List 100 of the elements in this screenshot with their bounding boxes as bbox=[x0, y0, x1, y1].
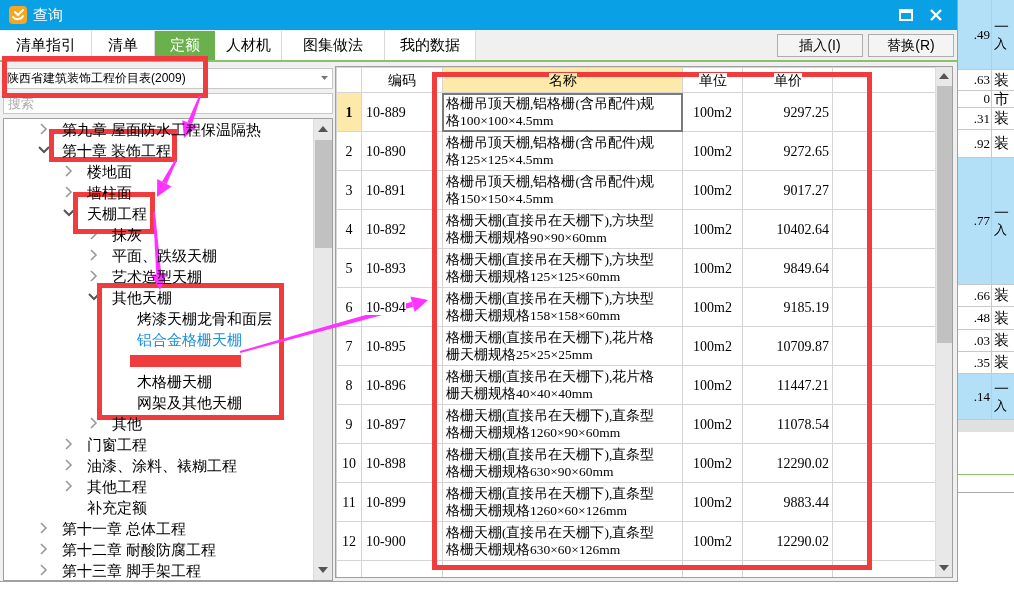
table-cell: 100m2 bbox=[682, 248, 743, 288]
table-cell-text: 格栅天棚(直接吊在天棚下),花片格栅天棚规格25×25×25mm bbox=[445, 329, 656, 364]
table-cell-text: 入 bbox=[994, 35, 1008, 51]
row-number[interactable]: 12 bbox=[336, 521, 362, 561]
row-number[interactable]: 2 bbox=[336, 131, 362, 171]
table-cell: 12290.02 bbox=[742, 521, 833, 561]
table-cell: 100m2 bbox=[682, 131, 743, 171]
chevron-right-icon[interactable] bbox=[63, 186, 75, 199]
row-number[interactable]: 11 bbox=[336, 482, 362, 522]
table-cell-text: .03 bbox=[973, 331, 990, 350]
table-cell: 100m2 bbox=[682, 287, 743, 327]
chevron-right-icon[interactable] bbox=[38, 564, 50, 577]
table-cell: 100m2 bbox=[682, 209, 743, 249]
row-number[interactable]: 3 bbox=[336, 170, 362, 210]
table-cell: 10-895 bbox=[361, 326, 443, 366]
table-cell: 11078.54 bbox=[742, 404, 833, 444]
tree-item[interactable]: 木格栅天棚 bbox=[137, 372, 212, 390]
tree-item[interactable]: 第十三章 脚手架工程 bbox=[62, 561, 202, 579]
chevron-right-icon[interactable] bbox=[63, 480, 75, 493]
scroll-up-icon[interactable] bbox=[939, 73, 949, 79]
tree-item[interactable]: 第十章 装饰工程 bbox=[62, 141, 172, 159]
table-cell-text: 格栅天棚(直接吊在天棚下),直条型格栅天棚规格630×60×126mm bbox=[445, 524, 656, 559]
table-cell-text: 一 bbox=[994, 205, 1010, 222]
tree-item[interactable]: 楼地面 bbox=[87, 162, 132, 180]
chevron-right-icon[interactable] bbox=[38, 522, 50, 535]
tree-item[interactable]: 油漆、涂料、裱糊工程 bbox=[87, 456, 237, 474]
tree-item[interactable]: 铝合金格栅天棚 bbox=[137, 330, 242, 348]
dropdown-caret-icon bbox=[321, 76, 328, 81]
chevron-right-icon[interactable] bbox=[38, 543, 50, 556]
table-cell: 100m2 bbox=[682, 404, 743, 444]
chevron-right-icon[interactable] bbox=[63, 165, 75, 178]
chevron-right-icon[interactable] bbox=[88, 417, 100, 430]
table-cell: 10-899 bbox=[361, 482, 443, 522]
tree-item[interactable]: 补充定额 bbox=[87, 498, 147, 516]
chevron-right-icon[interactable] bbox=[63, 459, 75, 472]
table-cell-text: 装 bbox=[994, 332, 1010, 349]
chevron-right-icon[interactable] bbox=[88, 270, 100, 283]
table-cell: 9297.25 bbox=[742, 92, 833, 132]
table-cell: 10-897 bbox=[361, 404, 443, 444]
chevron-right-icon[interactable] bbox=[88, 249, 100, 262]
row-number[interactable]: 1 bbox=[336, 92, 362, 132]
table-cell-text: .66 bbox=[973, 286, 990, 305]
scroll-up-icon[interactable] bbox=[318, 125, 328, 132]
table-cell-text: 格栅天棚(直接吊在天棚下),方块型格栅天棚规格158×158×60mm bbox=[445, 290, 656, 325]
tab[interactable]: 人材机 bbox=[215, 31, 282, 60]
table-cell-text: .63 bbox=[973, 71, 990, 90]
table-cell: 12290.02 bbox=[742, 443, 833, 483]
scroll-thumb[interactable] bbox=[936, 86, 952, 343]
chevron-right-icon[interactable] bbox=[88, 228, 100, 241]
table-cell-text: 装 bbox=[994, 287, 1010, 304]
tree-item[interactable]: 第十一章 总体工程 bbox=[62, 519, 187, 537]
scroll-down-icon[interactable] bbox=[939, 565, 949, 571]
tree-item[interactable]: 门窗工程 bbox=[87, 435, 147, 453]
table-cell-text: 格栅吊顶天棚,铝格栅(含吊配件)规格150×150×4.5mm bbox=[445, 173, 656, 208]
table-cell-text: .48 bbox=[973, 309, 990, 328]
table-cell: 9883.44 bbox=[742, 482, 833, 522]
scroll-thumb[interactable] bbox=[314, 139, 332, 248]
tree-item[interactable]: 第十二章 耐酸防腐工程 bbox=[62, 540, 217, 558]
tree-item[interactable]: 其他工程 bbox=[87, 477, 147, 495]
table-cell: 100m2 bbox=[682, 482, 743, 522]
close-icon[interactable] bbox=[930, 9, 942, 21]
table-cell-text: .31 bbox=[973, 109, 990, 128]
tree-item[interactable]: 网架及其他天棚 bbox=[137, 393, 242, 411]
table-cell: 11447.21 bbox=[742, 365, 833, 405]
row-number[interactable]: 5 bbox=[336, 248, 362, 288]
tree-item[interactable]: 其他天棚 bbox=[112, 288, 172, 306]
tab[interactable]: 图集做法 bbox=[282, 31, 385, 60]
table-cell-text: 装 bbox=[994, 110, 1010, 127]
table-cell: 100m2 bbox=[682, 443, 743, 483]
scrollbar[interactable] bbox=[935, 67, 952, 577]
tree-item[interactable]: 烤漆天棚龙骨和面层 bbox=[137, 309, 272, 327]
tree-item[interactable]: 天棚工程 bbox=[87, 204, 147, 222]
table-cell: 100m2 bbox=[682, 326, 743, 366]
row-number[interactable]: 8 bbox=[336, 365, 362, 405]
horizontal-scrollbar[interactable] bbox=[958, 420, 1014, 432]
toolbar-button[interactable]: 替换(R) bbox=[868, 33, 954, 57]
column-header[interactable]: 编码 bbox=[361, 67, 443, 93]
tab[interactable]: 我的数据 bbox=[385, 31, 476, 60]
table-cell-text: 市 bbox=[994, 91, 1010, 107]
row-number[interactable]: 10 bbox=[336, 443, 362, 483]
table-cell-text: 0 bbox=[983, 90, 990, 109]
table-cell-text: 入 bbox=[994, 222, 1008, 237]
chevron-right-icon[interactable] bbox=[63, 438, 75, 451]
maximize-icon[interactable] bbox=[899, 9, 913, 21]
toolbar-button[interactable]: 插入(I) bbox=[777, 33, 863, 57]
tree-item[interactable]: 其他 bbox=[112, 414, 142, 432]
table-cell-text: 装 bbox=[994, 309, 1010, 327]
row-number[interactable]: 4 bbox=[336, 209, 362, 249]
scrollbar[interactable] bbox=[313, 118, 332, 580]
annotation-arrow bbox=[157, 159, 177, 197]
table-cell-text: 入 bbox=[994, 397, 1008, 413]
row-number[interactable]: 9 bbox=[336, 404, 362, 444]
table-cell-text: 格栅天棚(直接吊在天棚下),花片格栅天棚规格40×40×40mm bbox=[445, 368, 656, 403]
chevron-right-icon[interactable] bbox=[38, 123, 50, 136]
table-cell: 10-896 bbox=[361, 365, 443, 405]
table-cell-text: 装 bbox=[994, 71, 1010, 89]
table-cell: 10-898 bbox=[361, 443, 443, 483]
scroll-down-icon[interactable] bbox=[318, 567, 328, 573]
table-cell-text: .77 bbox=[973, 212, 990, 231]
table-cell: 10709.87 bbox=[742, 326, 833, 366]
